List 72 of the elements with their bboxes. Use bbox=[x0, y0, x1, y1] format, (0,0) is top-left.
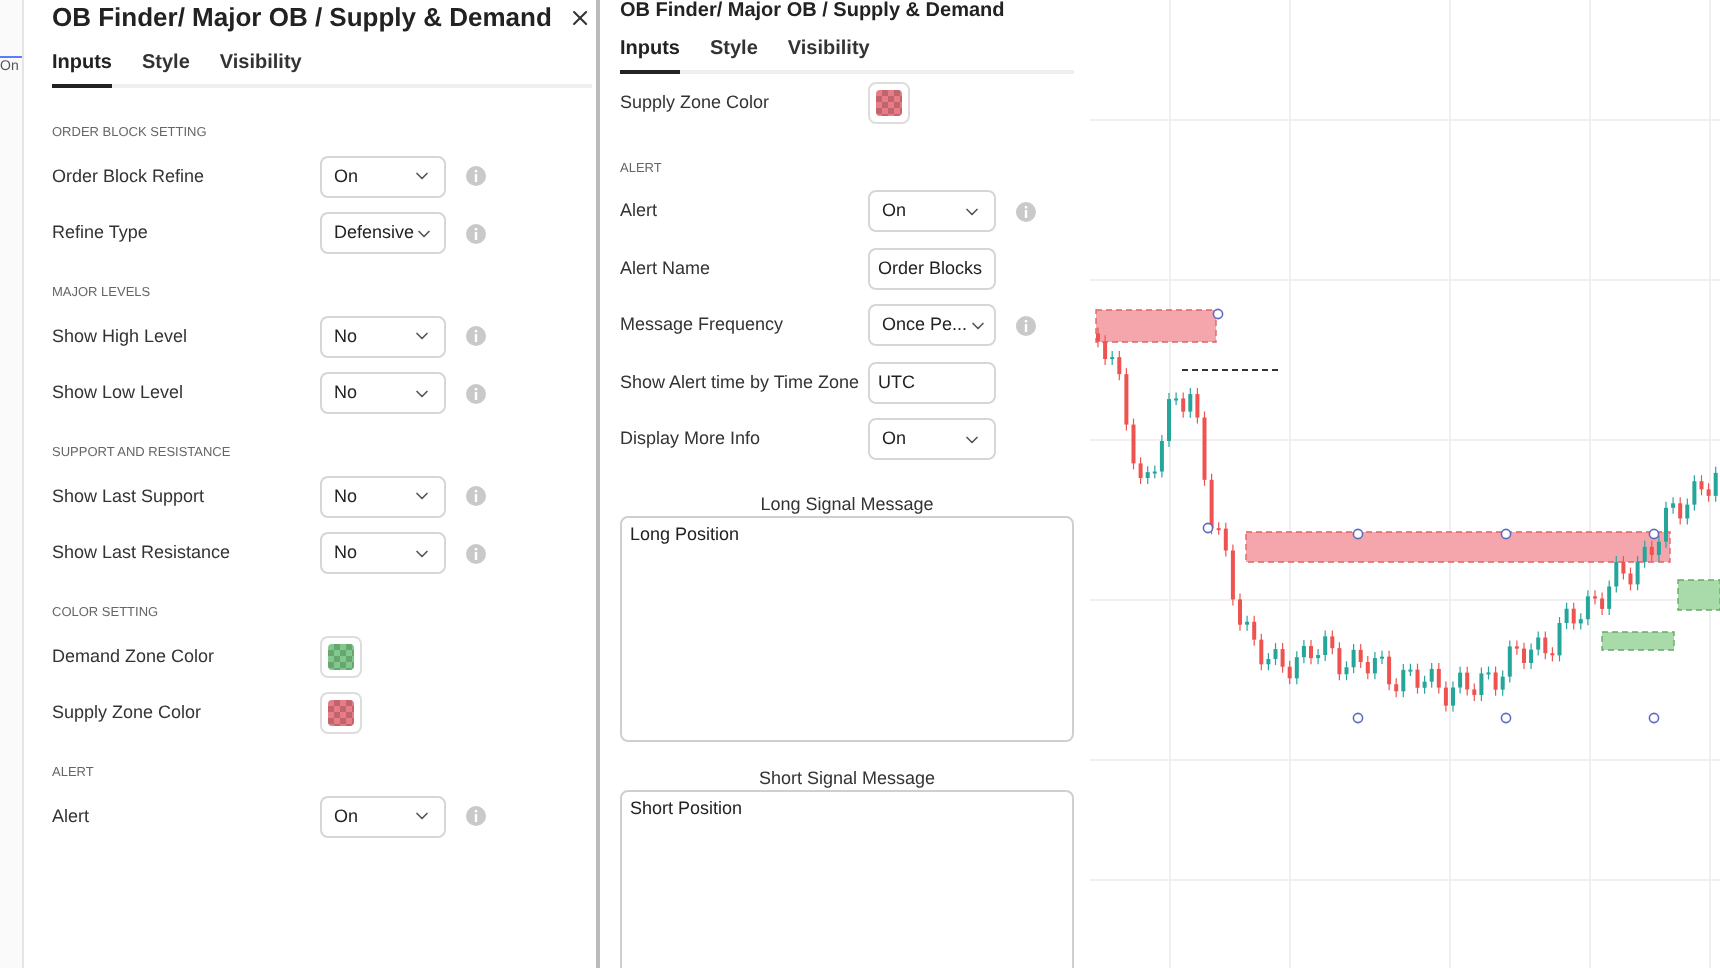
info-icon[interactable] bbox=[1016, 315, 1036, 336]
tab[interactable]: Visibility bbox=[219, 48, 302, 88]
candlestick bbox=[1380, 650, 1384, 665]
setting-label: Supply Zone Color bbox=[620, 89, 772, 116]
marker-circle bbox=[1648, 712, 1660, 724]
dropdown-select[interactable]: On bbox=[320, 795, 446, 838]
info-icon[interactable] bbox=[466, 806, 486, 827]
supply-zone bbox=[1095, 309, 1217, 343]
info-icon[interactable] bbox=[466, 223, 486, 244]
setting-label: Order Block Refine bbox=[52, 163, 207, 189]
marker-circle bbox=[1202, 522, 1214, 534]
info-icon[interactable] bbox=[466, 543, 486, 564]
message-label: Long Signal Message bbox=[760, 492, 934, 516]
candlestick bbox=[1096, 326, 1100, 348]
tab[interactable]: Style bbox=[710, 34, 758, 74]
text-input-field[interactable]: UTC bbox=[868, 361, 996, 404]
color-swatch-button[interactable] bbox=[868, 81, 910, 124]
marker-circle bbox=[1212, 308, 1224, 320]
dialog-title: OB Finder/ Major OB / Supply & Demand bbox=[620, 0, 1007, 24]
dropdown-select[interactable]: Defensive bbox=[320, 212, 446, 255]
setting-label: Show Alert time by Time Zone bbox=[620, 369, 862, 396]
candlestick bbox=[1238, 592, 1242, 632]
setting-label: Supply Zone Color bbox=[52, 700, 204, 726]
setting-label: Message Frequency bbox=[620, 312, 786, 338]
tab[interactable]: Style bbox=[142, 48, 190, 88]
setting-label: Alert bbox=[52, 803, 92, 829]
dialog-title: OB Finder/ Major OB / Supply & Demand bbox=[52, 0, 552, 37]
dropdown-select[interactable]: On bbox=[868, 418, 996, 461]
info-icon[interactable] bbox=[466, 166, 486, 187]
info-icon[interactable] bbox=[1016, 201, 1036, 222]
setting-label: Display More Info bbox=[620, 426, 763, 452]
marker-circle bbox=[1500, 528, 1512, 540]
setting-label: Show Last Resistance bbox=[52, 540, 233, 566]
dropdown-select[interactable]: No bbox=[320, 475, 446, 518]
candlestick bbox=[1522, 642, 1526, 670]
message-text-area[interactable]: Long Position bbox=[620, 516, 1074, 742]
dropdown-select[interactable]: No bbox=[320, 532, 446, 575]
demand-zone bbox=[1601, 631, 1675, 651]
dropdown-select[interactable]: On bbox=[868, 190, 996, 233]
setting-label: Refine Type bbox=[52, 220, 150, 246]
candlestick bbox=[1593, 589, 1597, 606]
tab[interactable]: Inputs bbox=[620, 34, 680, 74]
marker-circle bbox=[1352, 712, 1364, 724]
candlestick bbox=[1664, 501, 1668, 549]
dashed-level-line bbox=[1181, 369, 1279, 371]
marker-circle bbox=[1648, 528, 1660, 540]
dropdown-select[interactable]: No bbox=[320, 372, 446, 415]
message-label: Short Signal Message bbox=[758, 766, 936, 790]
marker-circle bbox=[1352, 528, 1364, 540]
setting-label: Alert Name bbox=[620, 255, 713, 281]
dropdown-select[interactable]: On bbox=[320, 155, 446, 198]
dropdown-select[interactable]: Once Pe... bbox=[868, 304, 996, 347]
setting-label: Demand Zone Color bbox=[52, 643, 217, 669]
dropdown-select[interactable]: No bbox=[320, 315, 446, 358]
tab[interactable]: Inputs bbox=[52, 48, 112, 88]
tab[interactable]: Visibility bbox=[787, 34, 870, 74]
color-swatch-button[interactable] bbox=[320, 635, 362, 678]
color-swatch-button[interactable] bbox=[320, 692, 362, 735]
setting-label: Alert bbox=[620, 198, 660, 224]
message-text-area[interactable]: Short Position bbox=[620, 790, 1074, 968]
info-icon[interactable] bbox=[466, 326, 486, 347]
candlestick bbox=[1309, 639, 1313, 665]
info-icon[interactable] bbox=[466, 383, 486, 404]
candlestick bbox=[1167, 392, 1171, 448]
marker-circle bbox=[1500, 712, 1512, 724]
info-icon[interactable] bbox=[466, 486, 486, 507]
text-input-field[interactable]: Order Blocks bbox=[868, 247, 996, 290]
setting-label: Show Last Support bbox=[52, 483, 207, 510]
setting-label: Show Low Level bbox=[52, 380, 186, 406]
candlestick bbox=[1451, 680, 1455, 713]
demand-zone bbox=[1677, 579, 1720, 611]
setting-label: Show High Level bbox=[52, 323, 190, 350]
